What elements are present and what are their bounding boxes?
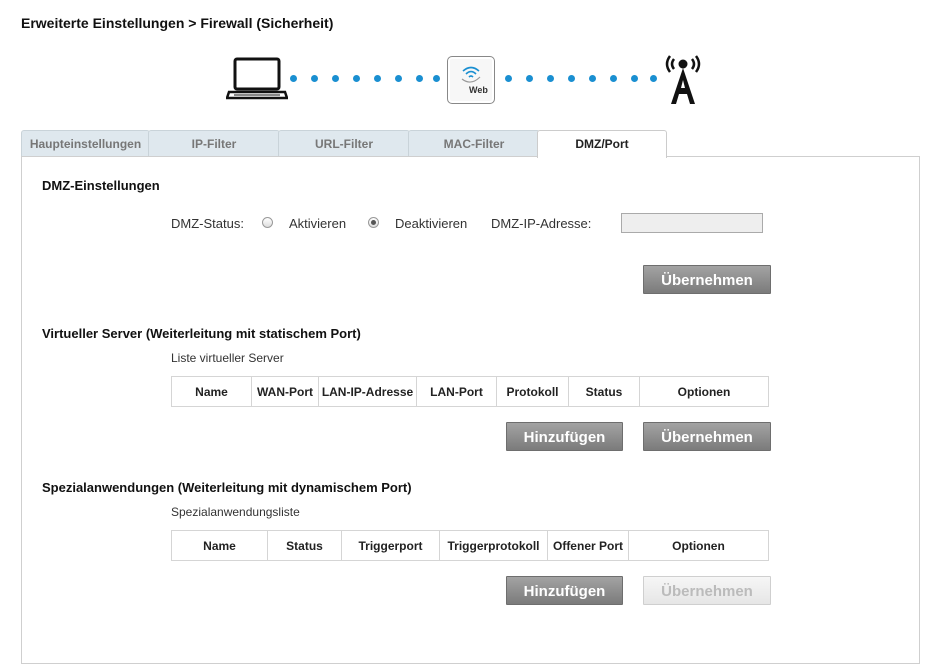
table-header-row: Name WAN-Port LAN-IP-Adresse LAN-Port Pr… bbox=[171, 376, 769, 407]
dmz-status-label: DMZ-Status: bbox=[171, 216, 244, 231]
router-label: Web bbox=[469, 85, 488, 95]
dmz-activate-label[interactable]: Aktivieren bbox=[289, 216, 346, 231]
connection-status-graphic: Web bbox=[0, 50, 926, 110]
virtual-server-section-title: Virtueller Server (Weiterleitung mit sta… bbox=[42, 326, 361, 341]
special-apps-list-label: Spezialanwendungsliste bbox=[171, 505, 300, 519]
dmz-section-title: DMZ-Einstellungen bbox=[42, 178, 160, 193]
tab-dmz-port[interactable]: DMZ/Port bbox=[537, 130, 667, 158]
link-dot bbox=[353, 75, 360, 82]
tab-ip-filter[interactable]: IP-Filter bbox=[148, 130, 280, 156]
link-dot bbox=[610, 75, 617, 82]
tab-haupteinstellungen[interactable]: Haupteinstellungen bbox=[21, 130, 150, 156]
special-apps-table: Name Status Triggerport Triggerprotokoll… bbox=[171, 530, 769, 561]
column-header: WAN-Port bbox=[251, 376, 319, 407]
link-dot bbox=[526, 75, 533, 82]
link-dot bbox=[290, 75, 297, 82]
column-header: Triggerport bbox=[341, 530, 440, 561]
tab-bar: Haupteinstellungen IP-Filter URL-Filter … bbox=[21, 130, 921, 158]
dmz-deactivate-radio[interactable] bbox=[368, 217, 379, 228]
link-dot bbox=[416, 75, 423, 82]
special-apps-add-button[interactable]: Hinzufügen bbox=[506, 576, 623, 605]
dmz-deactivate-label[interactable]: Deaktivieren bbox=[395, 216, 467, 231]
link-dot bbox=[395, 75, 402, 82]
router-icon: Web bbox=[447, 56, 495, 104]
dmz-ip-label: DMZ-IP-Adresse: bbox=[491, 216, 592, 231]
antenna-tower-icon bbox=[665, 55, 701, 104]
column-header: Name bbox=[171, 530, 268, 561]
link-dot bbox=[589, 75, 596, 82]
virtual-server-add-button[interactable]: Hinzufügen bbox=[506, 422, 623, 451]
link-dot bbox=[631, 75, 638, 82]
link-dot bbox=[374, 75, 381, 82]
column-header: Protokoll bbox=[496, 376, 569, 407]
virtual-server-table: Name WAN-Port LAN-IP-Adresse LAN-Port Pr… bbox=[171, 376, 769, 407]
column-header: Status bbox=[267, 530, 342, 561]
dmz-apply-button[interactable]: Übernehmen bbox=[643, 265, 771, 294]
virtual-server-apply-button[interactable]: Übernehmen bbox=[643, 422, 771, 451]
column-header: Optionen bbox=[628, 530, 769, 561]
content-panel bbox=[21, 156, 920, 664]
wifi-icon bbox=[461, 66, 481, 83]
column-header: Optionen bbox=[639, 376, 769, 407]
column-header: Name bbox=[171, 376, 252, 407]
special-apps-apply-button[interactable]: Übernehmen bbox=[643, 576, 771, 605]
special-apps-section-title: Spezialanwendungen (Weiterleitung mit dy… bbox=[42, 480, 412, 495]
link-dot bbox=[433, 75, 440, 82]
table-header-row: Name Status Triggerport Triggerprotokoll… bbox=[171, 530, 769, 561]
laptop-icon bbox=[226, 57, 288, 100]
column-header: Status bbox=[568, 376, 640, 407]
dmz-activate-radio[interactable] bbox=[262, 217, 273, 228]
column-header: LAN-Port bbox=[416, 376, 497, 407]
link-dot bbox=[650, 75, 657, 82]
dmz-ip-input[interactable] bbox=[621, 213, 763, 233]
link-dot bbox=[505, 75, 512, 82]
link-dot bbox=[547, 75, 554, 82]
column-header: Triggerprotokoll bbox=[439, 530, 548, 561]
link-dot bbox=[568, 75, 575, 82]
page-title: Erweiterte Einstellungen > Firewall (Sic… bbox=[21, 15, 334, 31]
link-dot bbox=[311, 75, 318, 82]
virtual-server-list-label: Liste virtueller Server bbox=[171, 351, 284, 365]
column-header: LAN-IP-Adresse bbox=[318, 376, 417, 407]
link-dot bbox=[332, 75, 339, 82]
column-header: Offener Port bbox=[547, 530, 629, 561]
tab-url-filter[interactable]: URL-Filter bbox=[278, 130, 410, 156]
tab-mac-filter[interactable]: MAC-Filter bbox=[408, 130, 540, 156]
